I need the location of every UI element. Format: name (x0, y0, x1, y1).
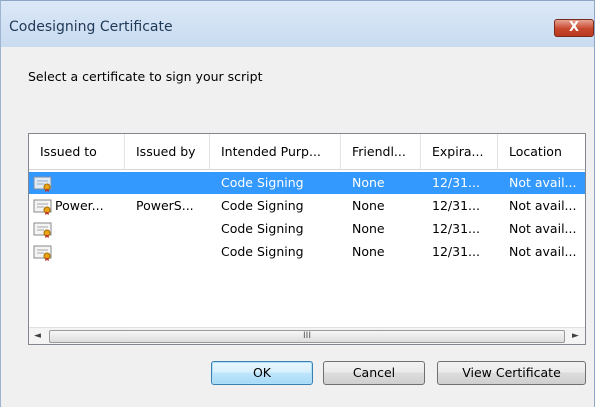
cell-purpose: Code Signing (221, 221, 304, 236)
close-icon: X (568, 20, 580, 35)
cell-expiration: 12/31... (432, 198, 480, 213)
certificate-list[interactable]: Issued to Issued by Intended Purp... Fri… (28, 133, 586, 345)
cell-friendly-name: None (352, 221, 385, 236)
table-row[interactable]: Power... PowerS... Code Signing None 12/… (29, 195, 585, 217)
cell-issued-to (29, 241, 125, 263)
scrollbar-thumb[interactable]: III (49, 330, 565, 343)
column-header-location[interactable]: Location (498, 134, 585, 170)
cell-issued-by: PowerS... (136, 198, 194, 213)
grip-icon: III (303, 331, 311, 341)
window-title: Codesigning Certificate (9, 19, 173, 35)
cell-issued-by (125, 241, 210, 263)
cell-purpose: Code Signing (221, 244, 304, 259)
column-header-intended-purpose[interactable]: Intended Purp... (210, 134, 341, 170)
cell-issued-to: Power... (29, 195, 125, 217)
instruction-text: Select a certificate to sign your script (28, 69, 263, 84)
cell-purpose: Code Signing (221, 175, 304, 190)
table-row[interactable]: Code Signing None 12/31... Not avail... (29, 218, 585, 240)
cell-issued-to (29, 218, 125, 240)
cell-friendly-name: None (352, 244, 385, 259)
cancel-button[interactable]: Cancel (323, 361, 425, 385)
list-header: Issued to Issued by Intended Purp... Fri… (29, 134, 585, 170)
column-header-friendly-name[interactable]: Friendl... (341, 134, 421, 170)
cell-purpose: Code Signing (221, 198, 304, 213)
dialog-content: Select a certificate to sign your script… (1, 47, 594, 407)
cell-issued-by (125, 218, 210, 240)
view-certificate-button[interactable]: View Certificate (437, 361, 586, 385)
column-header-issued-to[interactable]: Issued to (29, 134, 125, 170)
cell-issued-by (125, 172, 210, 194)
cell-expiration: 12/31... (432, 244, 480, 259)
cell-issued-to (29, 172, 125, 194)
cell-location: Not avail... (509, 175, 577, 190)
certificate-icon (33, 222, 52, 238)
title-bar[interactable]: Codesigning Certificate X (1, 1, 594, 47)
scroll-left-icon[interactable]: ◄ (29, 328, 46, 345)
column-header-issued-by[interactable]: Issued by (125, 134, 210, 170)
certificate-icon (33, 176, 52, 192)
cell-expiration: 12/31... (432, 175, 480, 190)
certificate-icon (33, 199, 52, 215)
dialog-window: Codesigning Certificate X Select a certi… (0, 0, 595, 407)
table-row[interactable]: Code Signing None 12/31... Not avail... (29, 172, 585, 194)
cell-location: Not avail... (509, 198, 577, 213)
cell-location: Not avail... (509, 221, 577, 236)
cell-location: Not avail... (509, 244, 577, 259)
cell-friendly-name: None (352, 175, 385, 190)
scroll-right-icon[interactable]: ► (567, 328, 584, 345)
table-row[interactable]: Code Signing None 12/31... Not avail... (29, 241, 585, 263)
close-button[interactable]: X (554, 19, 594, 37)
ok-button[interactable]: OK (211, 361, 313, 385)
certificate-icon (33, 245, 52, 261)
horizontal-scrollbar[interactable]: ◄ III ► (29, 327, 585, 344)
cell-friendly-name: None (352, 198, 385, 213)
issued-to-text: Power... (55, 198, 104, 213)
cell-expiration: 12/31... (432, 221, 480, 236)
column-header-expiration[interactable]: Expira... (421, 134, 498, 170)
